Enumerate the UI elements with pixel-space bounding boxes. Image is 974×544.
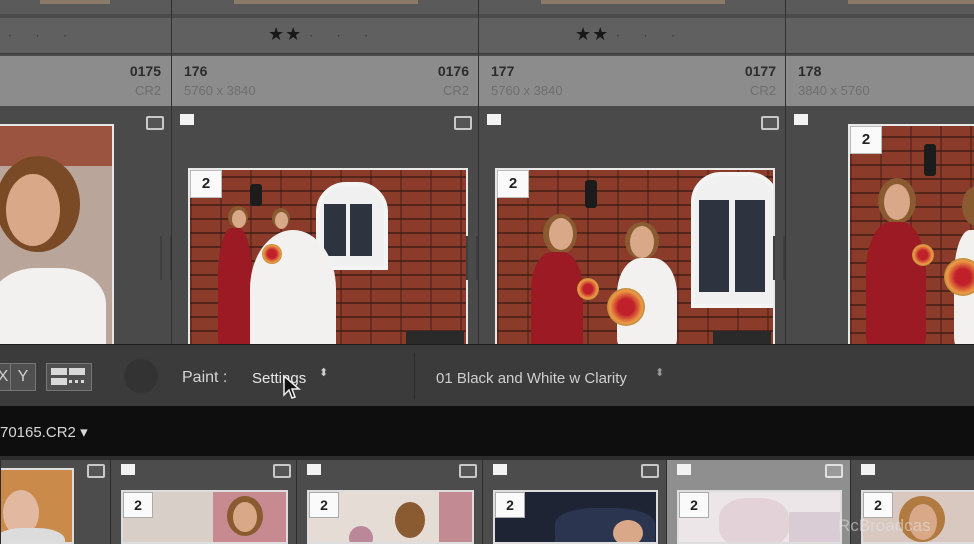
compare-y-button[interactable]: Y <box>10 363 36 391</box>
info-row: 0175 CR2 <box>0 56 171 106</box>
filmstrip-cell[interactable]: 2 <box>110 460 296 544</box>
grid-index: 176 <box>184 63 208 79</box>
image-area[interactable]: 2 <box>172 106 478 344</box>
paint-label: Paint : <box>182 369 228 386</box>
thumbnail[interactable] <box>495 168 775 344</box>
image-dimensions: 5760 x 3840 <box>491 83 563 98</box>
file-number: 0176 <box>437 63 469 79</box>
filmstrip-thumbnail[interactable] <box>1 468 74 544</box>
resize-handle[interactable] <box>773 236 785 280</box>
image-dimensions: 3840 x 5760 <box>798 83 870 98</box>
badge-icon[interactable] <box>87 464 105 478</box>
flag-icon[interactable] <box>180 114 194 125</box>
grid-index: 177 <box>491 63 515 79</box>
flag-icon[interactable] <box>677 464 691 475</box>
stack-count-badge[interactable]: 2 <box>863 492 893 518</box>
thumbnail-status-icons <box>406 331 464 344</box>
filmstrip-cell[interactable]: 2 <box>296 460 482 544</box>
previous-thumbnail-edge <box>234 0 418 4</box>
grid-index: 178 <box>798 63 822 79</box>
grid-cell-0176[interactable]: ★★ · · · 176 0176 5760 x 3840 CR2 2 <box>171 0 478 344</box>
rating-row[interactable] <box>786 18 974 54</box>
stack-count-badge[interactable]: 2 <box>309 492 339 518</box>
watermark: RcBroadcas <box>838 516 931 535</box>
grid-cell-0177[interactable]: ★★ · · · 177 0177 5760 x 3840 CR2 2 <box>478 0 785 344</box>
toolbar: X Y Paint : Settings ⬍ 01 Black and Whit… <box>0 344 974 406</box>
grid-cell-0178[interactable]: 178 3840 x 5760 2 <box>785 0 974 344</box>
survey-view-button[interactable] <box>46 363 92 391</box>
previous-thumbnail-edge <box>541 0 725 4</box>
flag-icon[interactable] <box>121 464 135 475</box>
image-area[interactable] <box>0 106 171 344</box>
filmstrip-cell[interactable]: 2 <box>482 460 666 544</box>
flag-icon[interactable] <box>307 464 321 475</box>
stack-count-badge[interactable]: 2 <box>679 492 709 518</box>
file-extension: CR2 <box>442 83 469 98</box>
stack-count-badge[interactable]: 2 <box>123 492 153 518</box>
thumbnail[interactable] <box>0 124 114 344</box>
dropdown-caret-icon[interactable]: ▾ <box>80 424 88 441</box>
badge-icon[interactable] <box>146 116 164 130</box>
file-extension: CR2 <box>749 83 776 98</box>
rating-row[interactable]: ★★ · · · <box>479 18 785 54</box>
toolbar-divider <box>414 353 415 399</box>
info-row: 177 0177 5760 x 3840 CR2 <box>479 56 785 106</box>
mouse-cursor-icon <box>283 375 301 399</box>
filmstrip-cell-selected[interactable]: 2 <box>666 460 850 544</box>
paint-mode-updown-icon[interactable]: ⬍ <box>319 367 328 378</box>
badge-icon[interactable] <box>825 464 843 478</box>
stack-count-badge[interactable]: 2 <box>190 170 222 198</box>
badge-icon[interactable] <box>459 464 477 478</box>
stack-count-badge[interactable]: 2 <box>850 126 882 154</box>
badge-icon[interactable] <box>641 464 659 478</box>
rating-row[interactable]: · · · <box>0 18 171 54</box>
filmstrip-cell[interactable] <box>0 460 110 544</box>
resize-handle[interactable] <box>466 236 478 280</box>
image-dimensions: 5760 x 3840 <box>184 83 256 98</box>
file-number: 0177 <box>744 63 776 79</box>
flag-icon[interactable] <box>493 464 507 475</box>
file-extension: CR2 <box>134 83 161 98</box>
info-row: 176 0176 5760 x 3840 CR2 <box>172 56 478 106</box>
filmstrip-source-bar: 70165.CR2 ▾ <box>0 406 974 456</box>
previous-thumbnail-edge <box>40 0 110 4</box>
previous-thumbnail-edge <box>848 0 974 4</box>
stack-count-badge[interactable]: 2 <box>495 492 525 518</box>
grid-cell-0175[interactable]: · · · 0175 CR2 <box>0 0 171 344</box>
badge-icon[interactable] <box>761 116 779 130</box>
window <box>691 172 773 308</box>
image-area[interactable]: 2 <box>786 106 974 344</box>
rating-row[interactable]: ★★ · · · <box>172 18 478 54</box>
flag-icon[interactable] <box>487 114 501 125</box>
badge-icon[interactable] <box>454 116 472 130</box>
flag-icon[interactable] <box>794 114 808 125</box>
painter-tool-icon[interactable] <box>124 359 158 393</box>
thumbnail[interactable] <box>188 168 468 344</box>
resize-handle[interactable] <box>160 236 171 280</box>
image-area[interactable]: 2 <box>479 106 785 344</box>
thumbnail[interactable] <box>848 124 974 344</box>
flag-icon[interactable] <box>861 464 875 475</box>
star-rating[interactable]: ★★ · · · <box>268 24 378 45</box>
badge-icon[interactable] <box>273 464 291 478</box>
preset-updown-icon[interactable]: ⬍ <box>655 367 664 378</box>
preset-select[interactable]: 01 Black and White w Clarity <box>436 370 627 387</box>
star-rating[interactable]: ★★ · · · <box>575 24 685 45</box>
stack-count-badge[interactable]: 2 <box>497 170 529 198</box>
info-row: 178 3840 x 5760 <box>786 56 974 106</box>
rating-dots[interactable]: · · · <box>8 24 77 45</box>
filmstrip-source-path[interactable]: 70165.CR2 ▾ <box>0 423 88 441</box>
thumbnail-status-icons <box>713 331 771 344</box>
file-number: 0175 <box>129 63 161 79</box>
